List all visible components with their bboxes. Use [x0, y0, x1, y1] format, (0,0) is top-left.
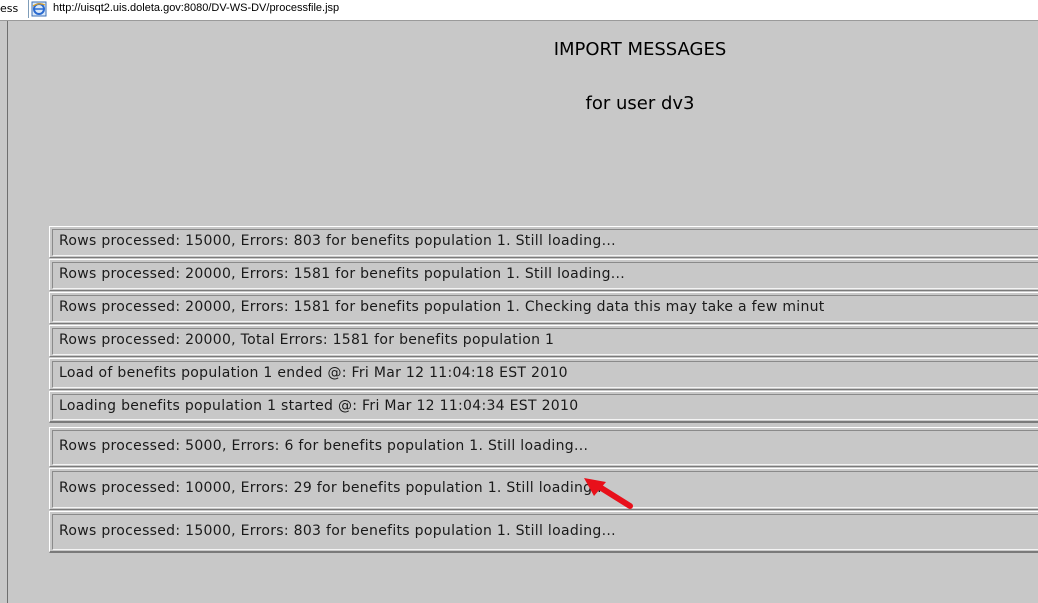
message-row: Loading benefits population 1 started @:… — [49, 391, 1038, 423]
message-text: Rows processed: 10000, Errors: 29 for be… — [59, 480, 607, 496]
message-text: Rows processed: 20000, Errors: 1581 for … — [59, 299, 825, 315]
address-label: ess — [0, 2, 19, 15]
message-text: Rows processed: 20000, Errors: 1581 for … — [59, 266, 626, 282]
address-bar: ess http://uisqt2.uis.doleta.gov:8080/DV… — [0, 0, 1038, 21]
message-row: Load of benefits population 1 ended @: F… — [49, 358, 1038, 390]
message-row: Rows processed: 20000, Total Errors: 158… — [49, 325, 1038, 357]
message-text: Rows processed: 20000, Total Errors: 158… — [59, 332, 555, 348]
message-text: Rows processed: 15000, Errors: 803 for b… — [59, 233, 616, 249]
message-text: Load of benefits population 1 ended @: F… — [59, 365, 568, 381]
message-row: Rows processed: 5000, Errors: 6 for bene… — [49, 427, 1038, 467]
message-row: Rows processed: 15000, Errors: 803 for b… — [49, 226, 1038, 258]
message-row: Rows processed: 15000, Errors: 803 for b… — [49, 511, 1038, 553]
import-messages-table: Rows processed: 15000, Errors: 803 for b… — [49, 226, 1038, 553]
ie-page-icon — [31, 1, 47, 17]
message-row: Rows processed: 20000, Errors: 1581 for … — [49, 259, 1038, 291]
message-text: Rows processed: 5000, Errors: 6 for bene… — [59, 438, 589, 454]
page-title: IMPORT MESSAGES — [553, 39, 727, 60]
message-text: Loading benefits population 1 started @:… — [59, 398, 579, 414]
page-subtitle: for user dv3 — [585, 93, 695, 114]
message-row: Rows processed: 20000, Errors: 1581 for … — [49, 292, 1038, 324]
window-left-border — [7, 21, 8, 603]
message-row: Rows processed: 10000, Errors: 29 for be… — [49, 468, 1038, 510]
message-text: Rows processed: 15000, Errors: 803 for b… — [59, 523, 616, 539]
address-url[interactable]: http://uisqt2.uis.doleta.gov:8080/DV-WS-… — [53, 2, 339, 14]
red-arrow-icon — [584, 478, 633, 509]
